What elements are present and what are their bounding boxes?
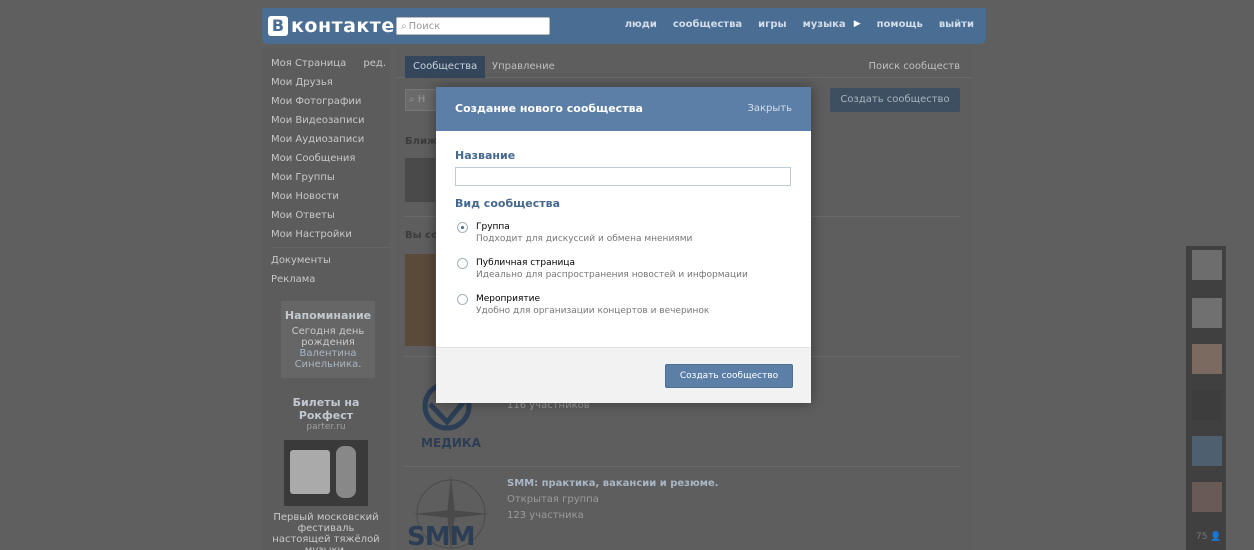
radio-event[interactable] [457,294,468,305]
tab-communities[interactable]: Сообщества [405,56,486,78]
edit-link[interactable]: ред. [363,54,386,73]
logo-letter: В [268,16,288,36]
sidebar-item-news[interactable]: Мои Новости [271,187,390,206]
search-placeholder: Поиск [408,20,441,32]
option-group[interactable]: Группа Подходит для дискуссий и обмена м… [455,221,792,246]
reminder-text-before: Сегодня день рождения [291,326,365,348]
community-name-input[interactable] [455,167,791,186]
create-community-modal: Создание нового сообщества Закрыть Назва… [436,87,811,403]
play-icon[interactable]: ▶ [854,19,861,30]
section-you-title: Вы со [405,230,438,241]
reminder-text-after: . [358,359,362,370]
modal-footer: Создать сообщество [436,347,811,403]
option-desc: Идеально для распространения новостей и … [476,270,748,280]
modal-close-link[interactable]: Закрыть [747,103,792,114]
radio-group[interactable] [457,222,468,233]
top-header: В контакте ⌕ Поиск люди сообщества игры … [262,8,986,44]
sidebar-item-answers[interactable]: Мои Ответы [271,206,390,225]
ad-source: parter.ru [306,422,346,432]
option-title: Группа [476,222,510,232]
sidebar-item-label: Моя Страница [271,58,347,69]
friend-avatar[interactable] [1192,482,1222,512]
online-count[interactable]: 75 👤 [1196,532,1222,542]
group-members: 123 участника [507,510,584,521]
friend-avatar[interactable] [1192,344,1222,374]
modal-body: Название Вид сообщества Группа Подходит … [436,131,811,347]
group-name-link[interactable]: SMM: практика, вакансии и резюме. [507,478,718,489]
tab-management[interactable]: Управление [492,56,555,78]
nav-people[interactable]: люди [625,19,657,30]
sidebar-item-friends[interactable]: Мои Друзья [271,73,390,92]
sidebar-divider [271,247,390,248]
header-search-input[interactable]: ⌕ Поиск [396,17,550,35]
online-friends-panel: 75 👤 [1186,246,1226,550]
sidebar-item-ads[interactable]: Реклама [271,270,390,289]
smm-logo[interactable]: SMM [405,474,497,550]
reminder-title: Напоминание [284,309,372,322]
vk-logo[interactable]: В контакте [268,15,395,37]
friend-avatar[interactable] [1192,390,1222,420]
nav-logout[interactable]: выйти [939,19,974,30]
sidebar-ad[interactable]: Билеты на Рокфест parter.ru Первый моско… [270,396,382,550]
create-community-button[interactable]: Создать сообщество [830,88,960,112]
community-search-link[interactable]: Поиск сообществ [868,56,960,78]
group-type: Открытая группа [507,494,599,505]
option-title: Мероприятие [476,294,541,304]
submit-create-button[interactable]: Создать сообщество [665,364,793,388]
ad-image[interactable] [284,440,368,506]
ad-text: Первый московский фестиваль настоящей тя… [272,512,380,550]
option-desc: Подходит для дискуссий и обмена мнениями [476,234,693,244]
sidebar-item-videos[interactable]: Мои Видеозаписи [271,111,390,130]
online-count-value: 75 [1196,532,1208,542]
option-public-page[interactable]: Публичная страница Идеально для распрост… [455,257,792,282]
left-sidebar: Моя Страница ред. Мои Друзья Мои Фотограф… [262,48,390,550]
smm-logo-text: SMM [407,522,475,550]
friend-avatar[interactable] [1192,250,1222,280]
section-near-title: Ближ [405,136,437,147]
search-icon: ⌕ [401,20,407,32]
search-icon: ⌕ [409,94,415,105]
reminder-text: Сегодня день рождения Валентина Синельни… [284,326,372,370]
header-nav: люди сообщества игры музыка ▶ помощь вый… [625,19,974,30]
sidebar-item-settings[interactable]: Мои Настройки [271,225,390,244]
friend-avatar[interactable] [1192,298,1222,328]
option-event[interactable]: Мероприятие Удобно для организации конце… [455,293,792,318]
community-thumb[interactable] [405,254,435,346]
nav-help[interactable]: помощь [877,19,923,30]
search-partial-text: Н [417,94,426,105]
option-desc: Удобно для организации концертов и вечер… [476,306,710,316]
divider [405,466,960,467]
friend-avatar[interactable] [1192,436,1222,466]
sidebar-item-audio[interactable]: Мои Аудиозаписи [271,130,390,149]
sidebar-nav: Моя Страница ред. Мои Друзья Мои Фотограф… [262,48,390,289]
birthday-reminder: Напоминание Сегодня день рождения Валент… [281,301,375,378]
nav-communities[interactable]: сообщества [673,19,742,30]
modal-header: Создание нового сообщества Закрыть [436,87,811,131]
nav-games[interactable]: игры [758,19,786,30]
sidebar-item-documents[interactable]: Документы [271,251,390,270]
sidebar-item-messages[interactable]: Мои Сообщения [271,149,390,168]
modal-title: Создание нового сообщества [455,102,643,115]
community-thumb[interactable] [405,158,435,202]
medika-logo-text: МЕДИКА [421,436,481,450]
logo-text: контакте [291,15,395,37]
user-icon: 👤 [1210,532,1222,542]
name-label: Название [455,149,516,162]
reminder-name-link[interactable]: Валентина Синельника [295,348,359,370]
option-title: Публичная страница [476,258,576,268]
ad-title: Билеты на Рокфест [292,396,360,422]
nav-music[interactable]: музыка [803,19,846,30]
type-label: Вид сообщества [455,197,561,210]
sidebar-item-groups[interactable]: Мои Группы [271,168,390,187]
sidebar-item-photos[interactable]: Мои Фотографии [271,92,390,111]
radio-public-page[interactable] [457,258,468,269]
sidebar-item-my-page[interactable]: Моя Страница ред. [271,54,390,73]
tabs-bar: Сообщества Управление Поиск сообществ [396,48,972,78]
